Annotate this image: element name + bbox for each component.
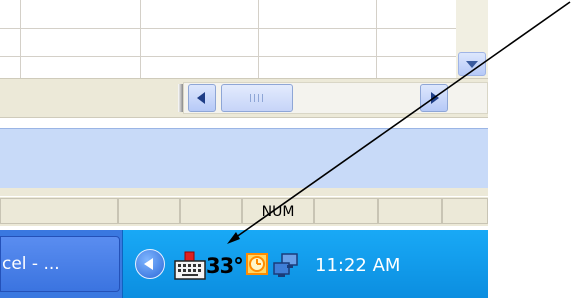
annotation-arrow [227,1,571,244]
